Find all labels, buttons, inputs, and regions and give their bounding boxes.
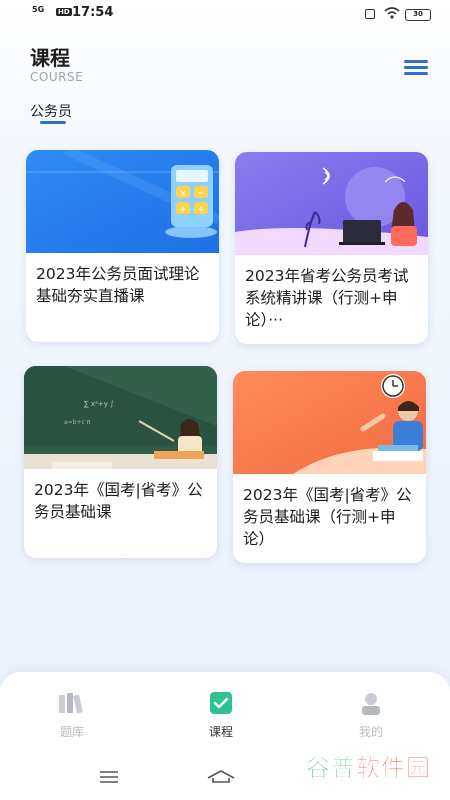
page-subtitle: COURSE	[30, 70, 84, 84]
course-icon	[210, 692, 232, 714]
wifi-icon	[384, 7, 400, 19]
user-icon	[362, 693, 380, 715]
nav-label: 题库	[59, 725, 84, 739]
tab-active-indicator	[40, 121, 66, 124]
books-icon	[59, 693, 83, 714]
course-card[interactable]: ∑ x²+y ∫ a=b+c π 2023年《国考|省考》公务员基础课	[24, 366, 217, 558]
blackboard-teacher-illustration: ∑ x²+y ∫ a=b+c π	[24, 366, 217, 469]
student-clock-illustration	[233, 371, 426, 474]
course-title: 2023年《国考|省考》公务员基础课（行测+申论）	[243, 486, 412, 548]
course-card[interactable]: × − + ÷ 2023年公务员面试理论基础夯实直播课	[26, 150, 219, 342]
watermark-logo: 谷普软件园	[306, 748, 431, 783]
page-title: 课程	[30, 46, 70, 70]
svg-text:a=b+c π: a=b+c π	[64, 419, 91, 426]
status-time: 17:54	[72, 5, 114, 20]
nav-item-course[interactable]: 课程	[191, 690, 251, 740]
course-title: 2023年省考公务员考试系统精讲课（行测+申论）···	[245, 267, 409, 329]
laptop-student-illustration	[235, 152, 428, 255]
nav-item-question-bank[interactable]: 题库	[42, 690, 102, 740]
course-title: 2023年公务员面试理论基础夯实直播课	[36, 265, 200, 305]
svg-text:∑ x²+y ∫: ∑ x²+y ∫	[84, 400, 114, 408]
menu-icon[interactable]	[404, 58, 428, 76]
calculator-illustration: × − + ÷	[26, 150, 219, 253]
svg-text:−: −	[197, 189, 205, 199]
hd-badge: HD	[56, 8, 72, 16]
watermark-part2: 软件园	[356, 754, 431, 783]
course-title: 2023年《国考|省考》公务员基础课	[34, 481, 203, 521]
signal-indicator: 5G	[32, 5, 45, 14]
battery-icon: 30	[405, 9, 431, 21]
svg-text:×: ×	[179, 189, 187, 199]
nav-label: 我的	[358, 725, 383, 739]
vibrate-icon	[365, 9, 375, 19]
svg-text:+: +	[179, 205, 187, 215]
app-screen: 5G HD 17:54 30 课程 COURSE 公务员 × − + ÷ 202…	[0, 0, 450, 800]
status-bar: 5G HD 17:54 30	[0, 0, 450, 26]
nav-label: 课程	[208, 725, 233, 739]
nav-item-mine[interactable]: 我的	[341, 690, 401, 740]
tab-civil-servant[interactable]: 公务员	[30, 101, 72, 121]
recent-apps-icon[interactable]	[98, 770, 120, 784]
watermark-part1: 谷普	[306, 754, 356, 783]
course-card[interactable]: 2023年《国考|省考》公务员基础课（行测+申论）	[233, 371, 426, 563]
svg-text:÷: ÷	[197, 205, 205, 215]
course-card[interactable]: 2023年省考公务员考试系统精讲课（行测+申论）···	[235, 152, 428, 344]
home-icon[interactable]	[206, 768, 236, 784]
